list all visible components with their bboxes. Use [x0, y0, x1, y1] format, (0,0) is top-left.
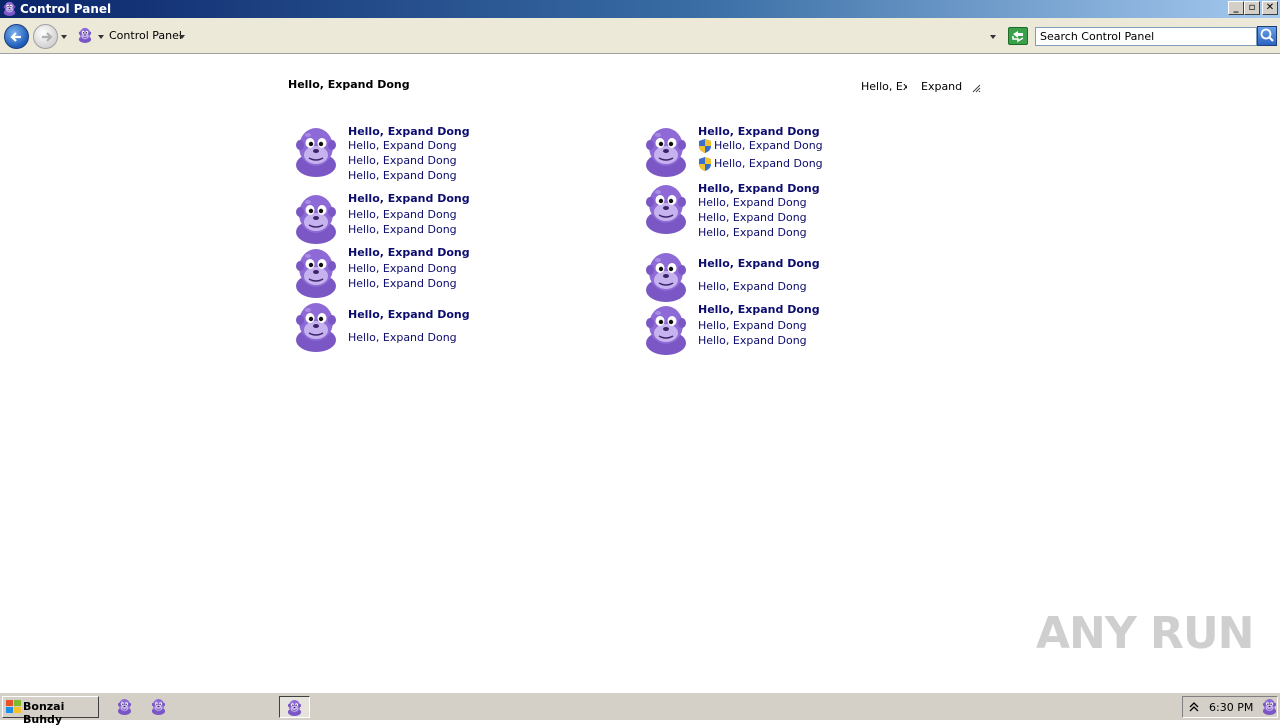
address-history-dropdown[interactable] [990, 35, 996, 39]
category-title[interactable]: Hello, Expand Dong [348, 246, 470, 259]
view-by-label: Hello, Ex [861, 80, 907, 93]
category-8: Hello, Expand Dong Hello, Expand Dong He… [644, 303, 944, 359]
address-root-dropdown[interactable] [98, 35, 104, 39]
recent-pages-dropdown[interactable] [61, 35, 67, 39]
category-1: Hello, Expand Dong Hello, Expand Dong He… [294, 125, 594, 182]
category-title[interactable]: Hello, Expand Dong [698, 257, 820, 270]
uac-shield-icon [698, 157, 712, 171]
category-link[interactable]: Hello, Expand Dong [348, 262, 457, 275]
category-title[interactable]: Hello, Expand Dong [698, 303, 820, 316]
category-title[interactable]: Hello, Expand Dong [348, 125, 470, 138]
search-icon [1260, 28, 1274, 42]
category-link[interactable]: Hello, Expand Dong [698, 319, 807, 332]
category-link[interactable]: Hello, Expand Dong [348, 169, 457, 182]
address-breadcrumb[interactable]: Control Panel [109, 29, 182, 42]
category-title[interactable]: Hello, Expand Dong [698, 125, 820, 138]
bonzi-buddy-icon[interactable] [294, 192, 338, 244]
category-link[interactable]: Hello, Expand Dong [348, 277, 457, 290]
category-link[interactable]: Hello, Expand Dong [698, 196, 807, 209]
search-input[interactable] [1035, 27, 1257, 46]
windows-logo-icon [6, 700, 21, 713]
bonzi-buddy-icon[interactable] [644, 250, 688, 302]
bonzi-buddy-icon[interactable] [644, 303, 688, 355]
bonzi-buddy-icon[interactable] [294, 300, 338, 352]
bonzi-app-icon [2, 1, 17, 16]
show-hidden-icons-icon[interactable] [1189, 701, 1199, 713]
resize-grip-icon [972, 84, 981, 93]
category-link[interactable]: Hello, Expand Dong [348, 154, 457, 167]
bonzi-buddy-icon[interactable] [644, 182, 688, 234]
close-button[interactable]: ✕ [1262, 1, 1278, 15]
maximize-button[interactable]: ▫ [1244, 1, 1260, 15]
forward-button[interactable] [33, 24, 58, 49]
refresh-button[interactable] [1008, 27, 1028, 45]
category-link[interactable]: Hello, Expand Dong [698, 280, 807, 293]
category-link[interactable]: Hello, Expand Dong [348, 139, 457, 152]
window-title: Control Panel [20, 2, 112, 16]
category-link[interactable]: Hello, Expand Dong [698, 226, 807, 239]
back-button[interactable] [4, 24, 29, 49]
forward-arrow-icon [42, 32, 53, 42]
category-link[interactable]: Hello, Expand Dong [714, 157, 823, 170]
category-4: Hello, Expand Dong Hello, Expand Dong [294, 300, 594, 356]
bonzi-buddy-icon[interactable] [294, 246, 338, 298]
start-button[interactable]: Bonzai Buhdy [2, 696, 99, 726]
view-by-dropdown[interactable]: Expand I [921, 80, 963, 93]
taskbar: Bonzai Buhdy 6:30 PM [0, 692, 1280, 726]
category-title[interactable]: Hello, Expand Dong [348, 308, 470, 321]
breadcrumb-dropdown[interactable] [179, 35, 185, 39]
category-2: Hello, Expand Dong Hello, Expand Dong He… [294, 192, 594, 248]
category-link[interactable]: Hello, Expand Dong [714, 139, 823, 152]
category-link[interactable]: Hello, Expand Dong [348, 223, 457, 236]
title-bar: Control Panel _ ▫ ✕ [0, 0, 1280, 18]
bonzi-buddy-icon[interactable] [644, 125, 688, 177]
control-panel-icon [77, 27, 93, 43]
taskbar-window-button[interactable] [279, 696, 310, 718]
bonzi-quicklaunch-icon[interactable] [116, 698, 133, 715]
back-arrow-icon [10, 32, 21, 42]
search-button[interactable] [1257, 26, 1277, 46]
category-link[interactable]: Hello, Expand Dong [348, 208, 457, 221]
start-label: Bonzai Buhdy [23, 700, 65, 726]
refresh-icon [1012, 31, 1024, 43]
bonzi-quicklaunch-icon[interactable] [150, 698, 167, 715]
minimize-button[interactable]: _ [1228, 1, 1244, 15]
category-3: Hello, Expand Dong Hello, Expand Dong He… [294, 246, 594, 302]
category-6: Hello, Expand Dong Hello, Expand Dong He… [644, 182, 944, 239]
category-5: Hello, Expand Dong Hello, Expand Dong He… [644, 125, 944, 181]
category-title[interactable]: Hello, Expand Dong [698, 182, 820, 195]
page-title: Hello, Expand Dong [288, 78, 410, 91]
bonzi-window-icon [286, 699, 303, 716]
category-link[interactable]: Hello, Expand Dong [348, 331, 457, 344]
navigation-bar: Control Panel [0, 18, 1280, 54]
watermark: ANY RUN [1036, 608, 1254, 659]
clock[interactable]: 6:30 PM [1209, 701, 1253, 714]
category-title[interactable]: Hello, Expand Dong [348, 192, 470, 205]
category-7: Hello, Expand Dong Hello, Expand Dong [644, 250, 944, 306]
category-link[interactable]: Hello, Expand Dong [698, 334, 807, 347]
uac-shield-icon [698, 139, 712, 153]
bonzi-buddy-icon[interactable] [294, 125, 338, 177]
category-link[interactable]: Hello, Expand Dong [698, 211, 807, 224]
bonzi-tray-icon[interactable] [1261, 698, 1278, 715]
